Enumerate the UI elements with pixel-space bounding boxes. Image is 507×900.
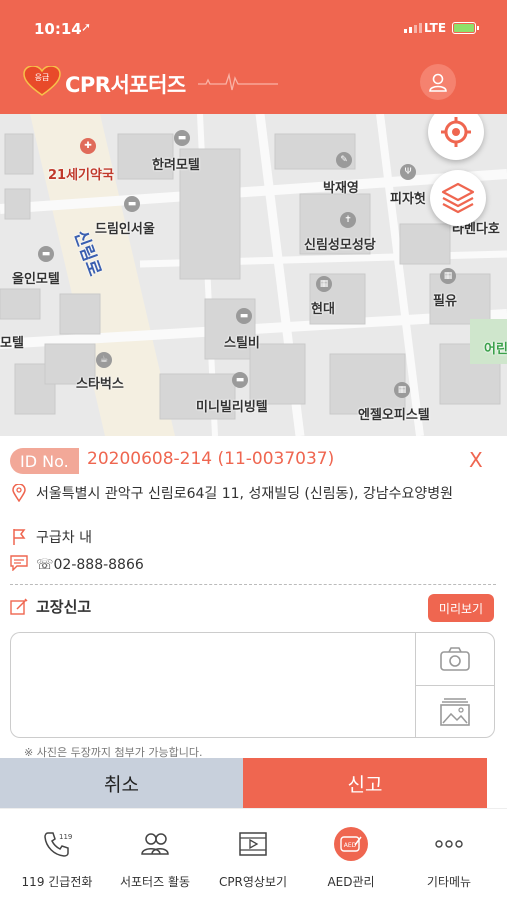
tab-more-menu[interactable]: 기타메뉴 bbox=[400, 809, 498, 900]
profile-button[interactable] bbox=[420, 64, 456, 100]
tab-label: 기타메뉴 bbox=[426, 875, 472, 889]
app-logo-icon: 응급 bbox=[23, 66, 61, 96]
camera-icon bbox=[440, 647, 470, 671]
tab-label: 119 긴급전화 bbox=[21, 875, 93, 889]
message-icon bbox=[10, 555, 28, 571]
map-label: 필유 bbox=[433, 294, 457, 309]
flag-icon bbox=[10, 528, 28, 546]
id-badge: ID No. bbox=[10, 448, 79, 474]
building-icon: ▦ bbox=[316, 276, 332, 292]
location-pin-icon bbox=[10, 484, 28, 502]
hotel-icon: ▬ bbox=[174, 130, 190, 146]
report-title-text: 고장신고 bbox=[36, 598, 92, 616]
photo-attach-box bbox=[415, 632, 495, 738]
more-icon bbox=[432, 827, 466, 861]
report-textarea[interactable] bbox=[10, 632, 415, 738]
bottom-tab-bar: 119 119 긴급전화 서포터즈 활동 CPR영상보기 AED AED관리 기… bbox=[0, 808, 507, 900]
building-icon: ▦ bbox=[440, 268, 456, 284]
map-label: 드림인서울 bbox=[95, 222, 155, 237]
map-view[interactable]: ✚ ▬ ✎ Ψ ▬ ✝ ▬ ▦ ▦ ▬ ☕ ▬ ▦ 21세기약국 한려모텔 박재… bbox=[0, 114, 507, 436]
svg-text:119: 119 bbox=[59, 833, 72, 841]
close-button[interactable]: X bbox=[469, 448, 483, 472]
aed-icon: AED bbox=[334, 827, 368, 861]
network-label: LTE bbox=[424, 21, 447, 35]
preview-button[interactable]: 미리보기 bbox=[428, 594, 494, 622]
restaurant-icon: Ψ bbox=[400, 164, 416, 180]
address-row: 서울특별시 관악구 신림로64길 11, 성재빌딩 (신림동), 강남수요양병원 bbox=[10, 484, 506, 504]
battery-icon bbox=[452, 22, 479, 34]
map-label: 신림성모성당 bbox=[304, 238, 376, 253]
map-label: 현대 bbox=[311, 302, 335, 317]
hotel-icon: ▬ bbox=[236, 308, 252, 324]
map-label: 어린 bbox=[484, 342, 507, 357]
map-label: 스타벅스 bbox=[76, 377, 124, 392]
map-label: 21세기약국 bbox=[48, 168, 114, 183]
pharmacy-icon: ✚ bbox=[80, 138, 96, 154]
tab-label: 서포터즈 활동 bbox=[119, 875, 191, 889]
edit-icon bbox=[10, 597, 28, 615]
crosshair-icon bbox=[441, 117, 471, 147]
id-value: 20200608-214 (11-0037037) bbox=[87, 449, 335, 469]
hotel-icon: ▬ bbox=[232, 372, 248, 388]
divider bbox=[10, 584, 496, 585]
map-label: 미니빌리빙텔 bbox=[196, 400, 268, 415]
map-label: 한려모텔 bbox=[152, 158, 200, 173]
tab-label: CPR영상보기 bbox=[218, 875, 288, 889]
location-row: 구급차 내 bbox=[10, 528, 92, 548]
signal-icon bbox=[404, 23, 422, 33]
address-text: 서울특별시 관악구 신림로64길 11, 성재빌딩 (신림동), 강남수요양병원 bbox=[36, 486, 454, 502]
people-icon bbox=[138, 827, 172, 861]
location-arrow-icon: ➚ bbox=[81, 20, 92, 34]
hotel-icon: ▬ bbox=[38, 246, 54, 262]
user-icon bbox=[429, 73, 447, 92]
church-icon: ✝ bbox=[340, 212, 356, 228]
video-icon bbox=[236, 827, 270, 861]
app-title: CPR서포터즈 bbox=[65, 73, 186, 97]
tab-supporters[interactable]: 서포터즈 활동 bbox=[106, 809, 204, 900]
map-label: 올인모텔 bbox=[12, 272, 60, 287]
map-label: 모텔 bbox=[0, 336, 24, 351]
tab-cpr-video[interactable]: CPR영상보기 bbox=[204, 809, 302, 900]
cancel-button[interactable]: 취소 bbox=[0, 758, 243, 808]
aed-detail-panel: ID No. 20200608-214 (11-0037037) X 서울특별시… bbox=[0, 436, 507, 900]
camera-button[interactable] bbox=[416, 633, 494, 685]
map-label: 엔젤오피스텔 bbox=[358, 408, 430, 423]
layers-button[interactable] bbox=[430, 170, 486, 226]
hotel-icon: ▬ bbox=[124, 196, 140, 212]
gallery-icon bbox=[440, 697, 470, 726]
phone-119-icon: 119 bbox=[40, 827, 74, 861]
heartbeat-line-icon bbox=[198, 72, 278, 91]
building-icon: ▦ bbox=[394, 382, 410, 398]
app-header: 10:14 ➚ LTE 응급 CPR서포터즈 bbox=[0, 0, 507, 114]
cafe-icon: ☕ bbox=[96, 352, 112, 368]
location-text: 구급차 내 bbox=[36, 530, 92, 546]
submit-report-button[interactable]: 신고 bbox=[243, 758, 487, 808]
phone-row: ☏02-888-8866 bbox=[10, 555, 144, 575]
status-time: 10:14 bbox=[34, 20, 82, 38]
report-section-title: 고장신고 bbox=[10, 596, 91, 617]
wrench-icon: ✎ bbox=[336, 152, 352, 168]
map-label: 피자헛 bbox=[390, 192, 426, 207]
svg-text:AED: AED bbox=[344, 842, 357, 849]
map-label: 스틸비 bbox=[224, 336, 260, 351]
map-label: 박재영 bbox=[323, 181, 359, 196]
gallery-button[interactable] bbox=[416, 685, 494, 737]
logo-text: 응급 bbox=[35, 73, 50, 82]
phone-text[interactable]: ☏02-888-8866 bbox=[36, 555, 144, 575]
tab-label: AED관리 bbox=[327, 875, 375, 889]
layers-icon bbox=[441, 182, 475, 214]
tab-aed-management[interactable]: AED AED관리 bbox=[302, 809, 400, 900]
tab-emergency-call[interactable]: 119 119 긴급전화 bbox=[8, 809, 106, 900]
